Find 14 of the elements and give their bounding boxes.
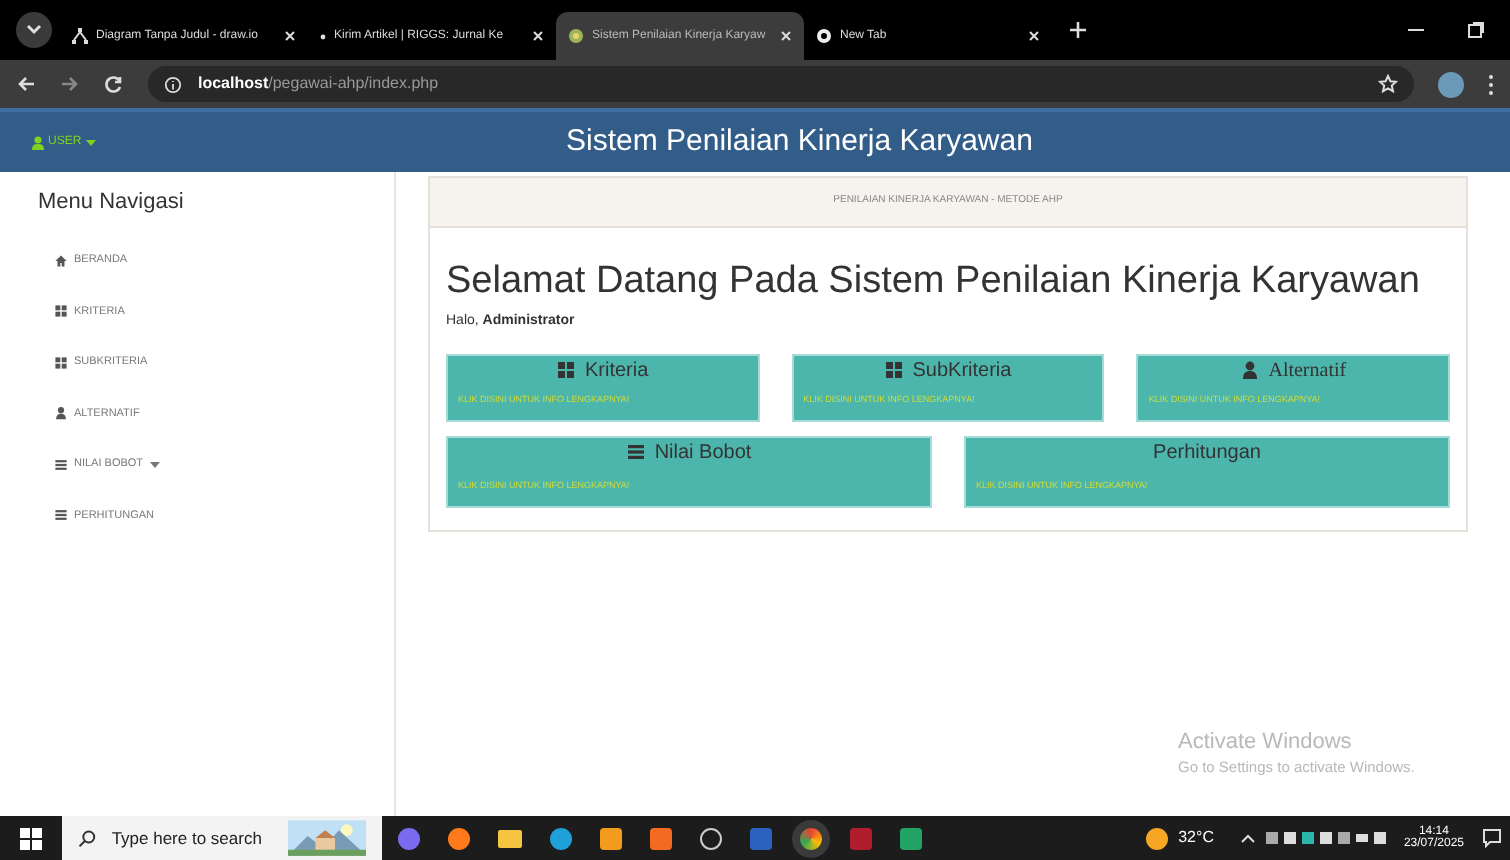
- weather-text[interactable]: 32°C: [1178, 826, 1214, 850]
- sidebar-title: Menu Navigasi: [38, 188, 186, 218]
- address-bar[interactable]: localhost/pegawai-ahp/index.php: [148, 66, 1414, 102]
- app-title: Sistem Penilaian Kinerja Karyawan: [566, 121, 1033, 162]
- welcome-heading: Selamat Datang Pada Sistem Penilaian Kinerja Karyawan: [446, 262, 1422, 300]
- activation-title: Activate Windows: [1178, 730, 1354, 758]
- url-text: localhost/pegawai-ahp/index.php: [198, 72, 439, 96]
- card-title: Kriteria: [448, 355, 758, 385]
- card-title: SubKriteria: [793, 355, 1103, 385]
- card-title: Perhitungan: [1151, 439, 1263, 467]
- card-title: Nilai Bobot: [448, 437, 930, 467]
- card-title: Alternatif: [1138, 355, 1448, 385]
- search-input[interactable]: Type here to search: [111, 825, 272, 851]
- taskbar-search-field[interactable]: Type here to search: [62, 816, 382, 860]
